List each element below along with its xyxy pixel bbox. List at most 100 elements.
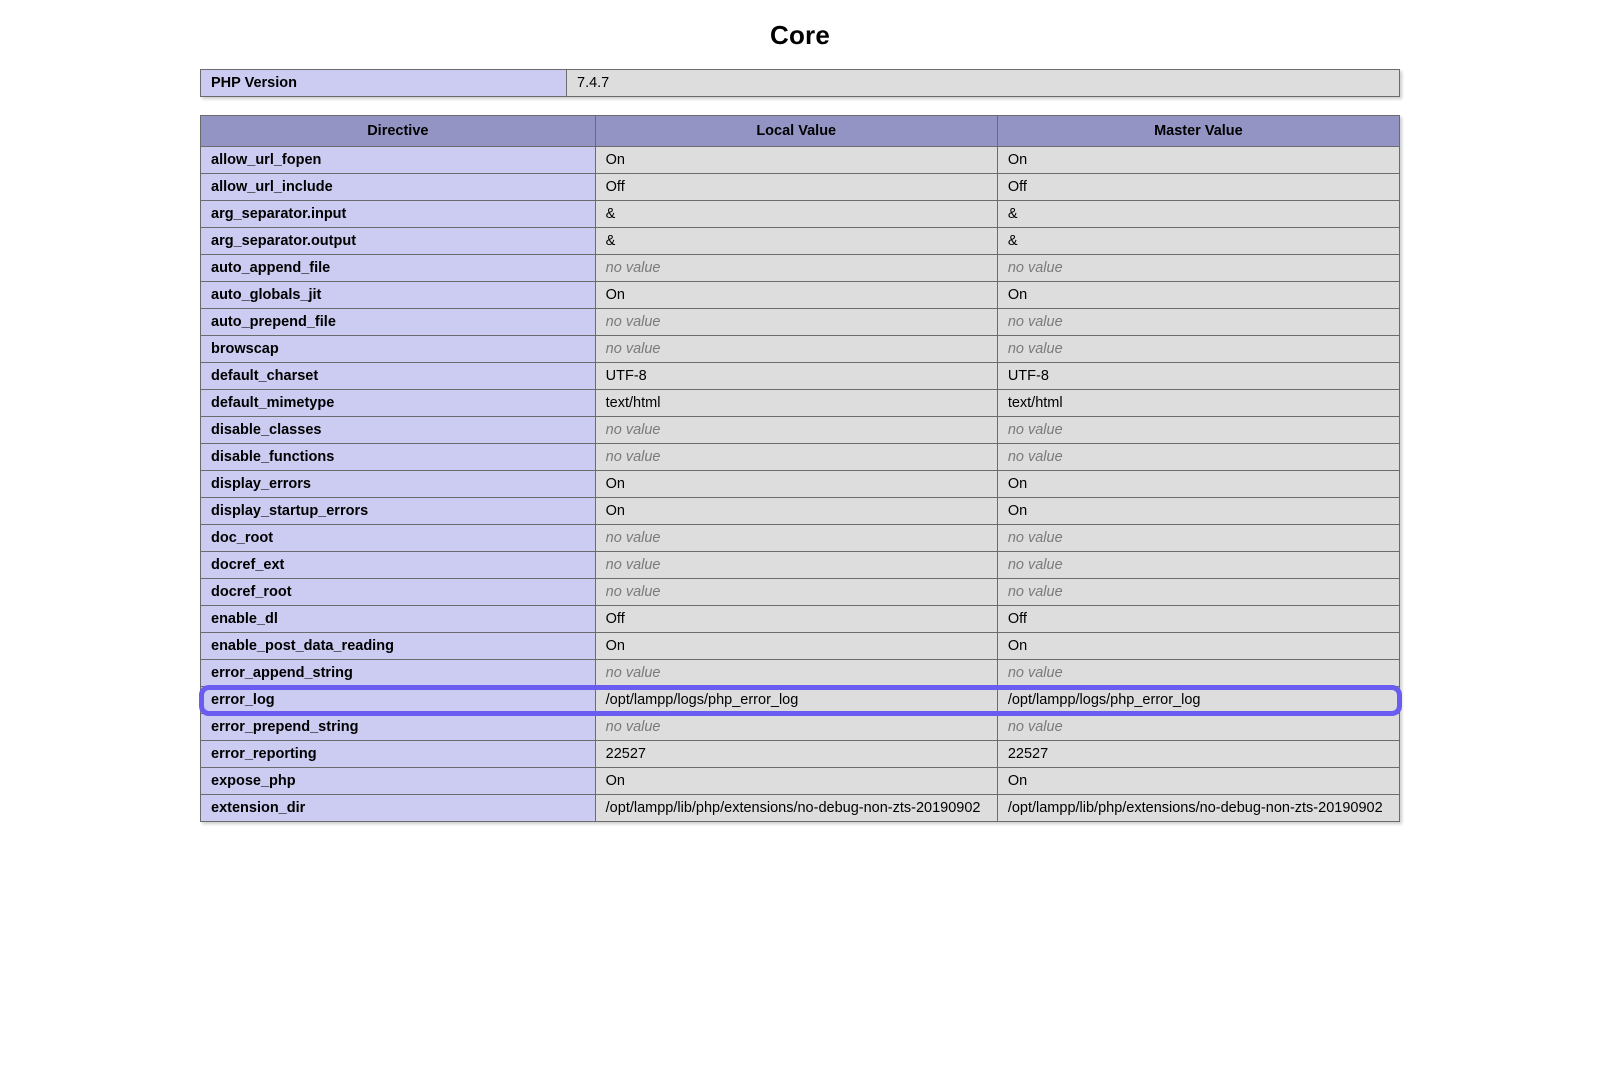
directive-name: doc_root (201, 525, 596, 552)
directive-master-value: Off (997, 606, 1399, 633)
table-row: disable_functions no value no value (201, 444, 1400, 471)
no-value-label: no value (1008, 260, 1063, 276)
directive-master-value: On (997, 471, 1399, 498)
directive-local-value: no value (595, 417, 997, 444)
directive-local-value: On (595, 282, 997, 309)
directive-local-value: Off (595, 606, 997, 633)
table-row: arg_separator.input&& (201, 201, 1400, 228)
directive-master-value: no value (997, 714, 1399, 741)
directive-local-value: 22527 (595, 741, 997, 768)
section-title: Core (200, 20, 1400, 51)
directive-master-value: On (997, 633, 1399, 660)
directive-master-value: no value (997, 525, 1399, 552)
header-master-value: Master Value (997, 116, 1399, 147)
table-row: auto_append_fileno valueno value (201, 255, 1400, 282)
directive-name: display_startup_errors (201, 498, 596, 525)
table-row: enable_dlOffOff (201, 606, 1400, 633)
directive-master-value: no value (997, 552, 1399, 579)
table-row: error_append_stringno valueno value (201, 660, 1400, 687)
directive-master-value: no value (997, 579, 1399, 606)
directive-master-value: 22527 (997, 741, 1399, 768)
no-value-label: no value (1008, 584, 1063, 600)
directive-name: arg_separator.input (201, 201, 596, 228)
table-row: error_reporting2252722527 (201, 741, 1400, 768)
directive-name: error_reporting (201, 741, 596, 768)
directive-local-value: no value (595, 714, 997, 741)
table-row: arg_separator.output&& (201, 228, 1400, 255)
no-value-label: no value (606, 557, 661, 573)
no-value-label: no value (1008, 314, 1063, 330)
directive-master-value: no value (997, 336, 1399, 363)
directive-name: error_log (201, 687, 596, 714)
table-row: error_prepend_string no value no value (201, 714, 1400, 741)
no-value-label: no value (606, 719, 661, 735)
table-row: display_startup_errorsOnOn (201, 498, 1400, 525)
no-value-label: no value (1008, 341, 1063, 357)
directive-name: expose_php (201, 768, 596, 795)
directive-name: extension_dir (201, 795, 596, 822)
directive-name: default_mimetype (201, 390, 596, 417)
directive-name: error_prepend_string (201, 714, 596, 741)
directive-name: enable_dl (201, 606, 596, 633)
directive-name: enable_post_data_reading (201, 633, 596, 660)
table-row: allow_url_includeOffOff (201, 174, 1400, 201)
table-row: browscapno valueno value (201, 336, 1400, 363)
php-version-table: PHP Version 7.4.7 (200, 69, 1400, 97)
directive-local-value: On (595, 498, 997, 525)
directive-local-value: Off (595, 174, 997, 201)
table-row: default_charsetUTF-8UTF-8 (201, 363, 1400, 390)
no-value-label: no value (606, 665, 661, 681)
no-value-label: no value (1008, 719, 1063, 735)
no-value-label: no value (606, 422, 661, 438)
directive-master-value: UTF-8 (997, 363, 1399, 390)
directive-master-value: Off (997, 174, 1399, 201)
directive-local-value: On (595, 768, 997, 795)
header-local-value: Local Value (595, 116, 997, 147)
directive-local-value: no value (595, 444, 997, 471)
directive-master-value: On (997, 768, 1399, 795)
table-row: docref_rootno valueno value (201, 579, 1400, 606)
directive-master-value: /opt/lampp/logs/php_error_log (997, 687, 1399, 714)
directive-master-value: text/html (997, 390, 1399, 417)
directive-name: docref_ext (201, 552, 596, 579)
directive-master-value: no value (997, 309, 1399, 336)
table-row: auto_globals_jitOnOn (201, 282, 1400, 309)
directive-local-value: On (595, 633, 997, 660)
directive-master-value: & (997, 201, 1399, 228)
directive-local-value: no value (595, 579, 997, 606)
directive-local-value: UTF-8 (595, 363, 997, 390)
table-row: disable_classes no value no value (201, 417, 1400, 444)
directive-name: browscap (201, 336, 596, 363)
no-value-label: no value (1008, 530, 1063, 546)
directive-name: disable_functions (201, 444, 596, 471)
directive-local-value: On (595, 147, 997, 174)
directives-table: Directive Local Value Master Value allow… (200, 115, 1400, 822)
no-value-label: no value (1008, 422, 1063, 438)
directive-name: allow_url_fopen (201, 147, 596, 174)
directive-local-value: text/html (595, 390, 997, 417)
no-value-label: no value (1008, 449, 1063, 465)
directive-master-value: On (997, 498, 1399, 525)
directive-name: error_append_string (201, 660, 596, 687)
no-value-label: no value (606, 449, 661, 465)
directive-name: display_errors (201, 471, 596, 498)
table-row: allow_url_fopenOnOn (201, 147, 1400, 174)
php-version-value: 7.4.7 (567, 70, 1400, 97)
table-row: enable_post_data_readingOnOn (201, 633, 1400, 660)
table-row: extension_dir/opt/lampp/lib/php/extensio… (201, 795, 1400, 822)
no-value-label: no value (606, 530, 661, 546)
no-value-label: no value (1008, 557, 1063, 573)
directive-local-value: no value (595, 336, 997, 363)
directive-local-value: /opt/lampp/lib/php/extensions/no-debug-n… (595, 795, 997, 822)
directive-name: disable_classes (201, 417, 596, 444)
table-row: error_log/opt/lampp/logs/php_error_log/o… (201, 687, 1400, 714)
no-value-label: no value (606, 584, 661, 600)
directive-name: auto_globals_jit (201, 282, 596, 309)
no-value-label: no value (606, 314, 661, 330)
directive-master-value: On (997, 282, 1399, 309)
table-row: display_errorsOnOn (201, 471, 1400, 498)
directive-master-value: no value (997, 255, 1399, 282)
php-version-label: PHP Version (201, 70, 567, 97)
directive-master-value: & (997, 228, 1399, 255)
directive-name: allow_url_include (201, 174, 596, 201)
